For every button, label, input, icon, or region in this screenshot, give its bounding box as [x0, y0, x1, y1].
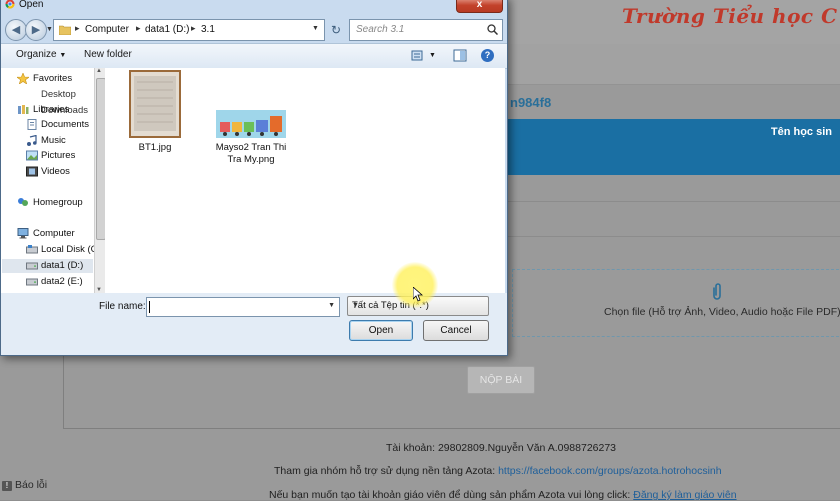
nav-homegroup[interactable]: Homegroup — [33, 197, 83, 208]
student-name-label: Tên học sin — [770, 126, 832, 138]
view-options-icon[interactable] — [411, 49, 425, 62]
organize-button[interactable]: Organize ▼ — [16, 49, 66, 60]
submit-button[interactable]: NỘP BÀI — [467, 366, 535, 394]
libraries-icon — [18, 105, 29, 114]
paperclip-icon — [713, 283, 721, 300]
file-list: BT1.jpg Mayso2 Tran Thi Tra My.png — [105, 68, 505, 293]
account-info: Tài khoản: 29802809.Nguyễn Văn A.0988726… — [386, 442, 617, 454]
teacher-line: Nếu bạn muốn tạo tài khoản giáo viên để … — [269, 489, 737, 501]
breadcrumb-data1[interactable]: data1 (D:) — [145, 24, 189, 35]
text-caret — [149, 301, 150, 313]
nav-computer[interactable]: Computer — [33, 228, 75, 239]
chevron-down-icon[interactable]: ▼ — [328, 302, 335, 309]
dialog-footer: File name: ▼ Tất cả Tệp tin (*.*) ▼ Open… — [1, 293, 507, 355]
support-text: Tham gia nhóm hỗ trợ sử dụng nền tảng Az… — [274, 465, 499, 477]
report-label: Báo lỗi — [15, 479, 48, 491]
recent-locations-dropdown[interactable]: ▼ — [46, 26, 53, 33]
support-group-link[interactable]: https://facebook.com/groups/azota.hotroh… — [498, 465, 722, 477]
chrome-icon — [5, 0, 15, 9]
refresh-icon: ↻ — [330, 23, 342, 37]
videos-icon — [26, 166, 38, 177]
image-thumbnail-icon — [129, 70, 181, 138]
file-item[interactable]: BT1.jpg — [125, 70, 185, 153]
chevron-down-icon: ▼ — [59, 52, 67, 59]
nav-favorites[interactable]: Favorites — [33, 73, 72, 84]
star-icon — [17, 73, 29, 84]
nav-videos[interactable]: Videos — [41, 166, 70, 177]
nav-music[interactable]: Music — [41, 135, 66, 146]
search-placeholder: Search 3.1 — [356, 24, 405, 35]
open-button[interactable]: Open — [349, 320, 413, 341]
exam-code: n984f8 — [510, 95, 552, 110]
file-name: BT1.jpg — [138, 142, 172, 153]
search-box[interactable]: Search 3.1 — [349, 19, 503, 41]
folder-icon — [59, 25, 71, 35]
nav-documents[interactable]: Documents — [41, 119, 89, 130]
cancel-button[interactable]: Cancel — [423, 320, 489, 341]
nav-data1[interactable]: data1 (D:) — [41, 260, 83, 271]
nav-local-disk[interactable]: Local Disk (C — [41, 244, 94, 255]
header-band — [505, 44, 840, 85]
navigation-row: ◀ ▶ ▼ ▸ Computer ▸ data1 (D:) ▸ 3.1 ▼ ↻ … — [1, 17, 507, 41]
nav-libraries[interactable]: Libraries — [33, 104, 69, 115]
back-arrow-icon: ◀ — [11, 24, 21, 36]
organize-label: Organize — [16, 49, 57, 60]
alert-icon: ! — [2, 481, 12, 491]
view-dropdown-icon[interactable]: ▼ — [429, 52, 436, 59]
computer-icon — [17, 228, 29, 239]
file-name-label: File name: — [99, 301, 146, 312]
music-icon — [27, 135, 37, 146]
teacher-signup-link[interactable]: Đăng ký làm giáo viên — [633, 489, 736, 501]
scroll-up-icon[interactable]: ▲ — [96, 68, 102, 74]
preview-pane-icon[interactable] — [453, 49, 467, 62]
close-button[interactable]: x — [456, 0, 503, 13]
address-bar[interactable]: ▸ Computer ▸ data1 (D:) ▸ 3.1 ▼ — [53, 19, 325, 41]
school-banner: Trường Tiểu học C — [622, 4, 838, 28]
nav-pictures[interactable]: Pictures — [41, 150, 75, 161]
open-file-dialog: Open x ◀ ▶ ▼ ▸ Computer ▸ data1 (D:) ▸ 3… — [0, 0, 508, 356]
breadcrumb-arrow-icon[interactable]: ▸ — [136, 23, 141, 34]
forward-button[interactable]: ▶ — [25, 19, 47, 41]
pictures-icon — [26, 150, 38, 161]
breadcrumb-arrow-icon[interactable]: ▸ — [191, 23, 196, 34]
file-name-input[interactable]: ▼ — [146, 297, 340, 317]
file-name: Mayso2 Tran Thi Tra My.png — [215, 142, 287, 165]
file-item[interactable]: Mayso2 Tran Thi Tra My.png — [215, 110, 287, 166]
help-icon[interactable]: ? — [481, 49, 494, 62]
drive-icon — [26, 278, 38, 286]
drive-icon — [26, 262, 38, 270]
teacher-text: Nếu bạn muốn tạo tài khoản giáo viên để … — [269, 489, 634, 501]
refresh-button[interactable]: ↻ — [327, 21, 345, 39]
file-upload-zone[interactable] — [512, 269, 840, 337]
divider — [505, 201, 840, 202]
address-dropdown-icon[interactable]: ▼ — [312, 25, 319, 32]
breadcrumb-3-1[interactable]: 3.1 — [201, 24, 215, 35]
divider — [505, 236, 840, 237]
breadcrumb-arrow-icon[interactable]: ▸ — [75, 23, 80, 34]
navigation-pane: Favorites Desktop Downloads Libraries Do… — [1, 68, 95, 293]
image-thumbnail-icon — [216, 110, 286, 138]
forward-arrow-icon: ▶ — [31, 24, 41, 36]
search-icon — [487, 24, 498, 35]
homegroup-icon — [18, 198, 28, 206]
dialog-titlebar[interactable]: Open x — [1, 0, 507, 13]
student-info-bar: Tên học sin — [505, 119, 840, 175]
mouse-cursor-icon — [413, 287, 423, 302]
back-button[interactable]: ◀ — [5, 19, 27, 41]
report-error-button[interactable]: ! Báo lỗi — [2, 479, 47, 491]
upload-instructions[interactable]: Chọn file (Hỗ trợ Ảnh, Video, Audio hoặc… — [604, 306, 840, 318]
new-folder-button[interactable]: New folder — [84, 49, 132, 60]
dialog-title: Open — [19, 0, 44, 10]
breadcrumb-computer[interactable]: Computer — [85, 24, 129, 35]
support-line: Tham gia nhóm hỗ trợ sử dụng nền tảng Az… — [274, 465, 722, 477]
command-toolbar: Organize ▼ New folder ▼ ? — [1, 43, 507, 69]
nav-data2[interactable]: data2 (E:) — [41, 276, 83, 287]
nav-desktop[interactable]: Desktop — [41, 89, 76, 100]
local-disk-icon — [26, 245, 38, 254]
documents-icon — [27, 119, 37, 130]
